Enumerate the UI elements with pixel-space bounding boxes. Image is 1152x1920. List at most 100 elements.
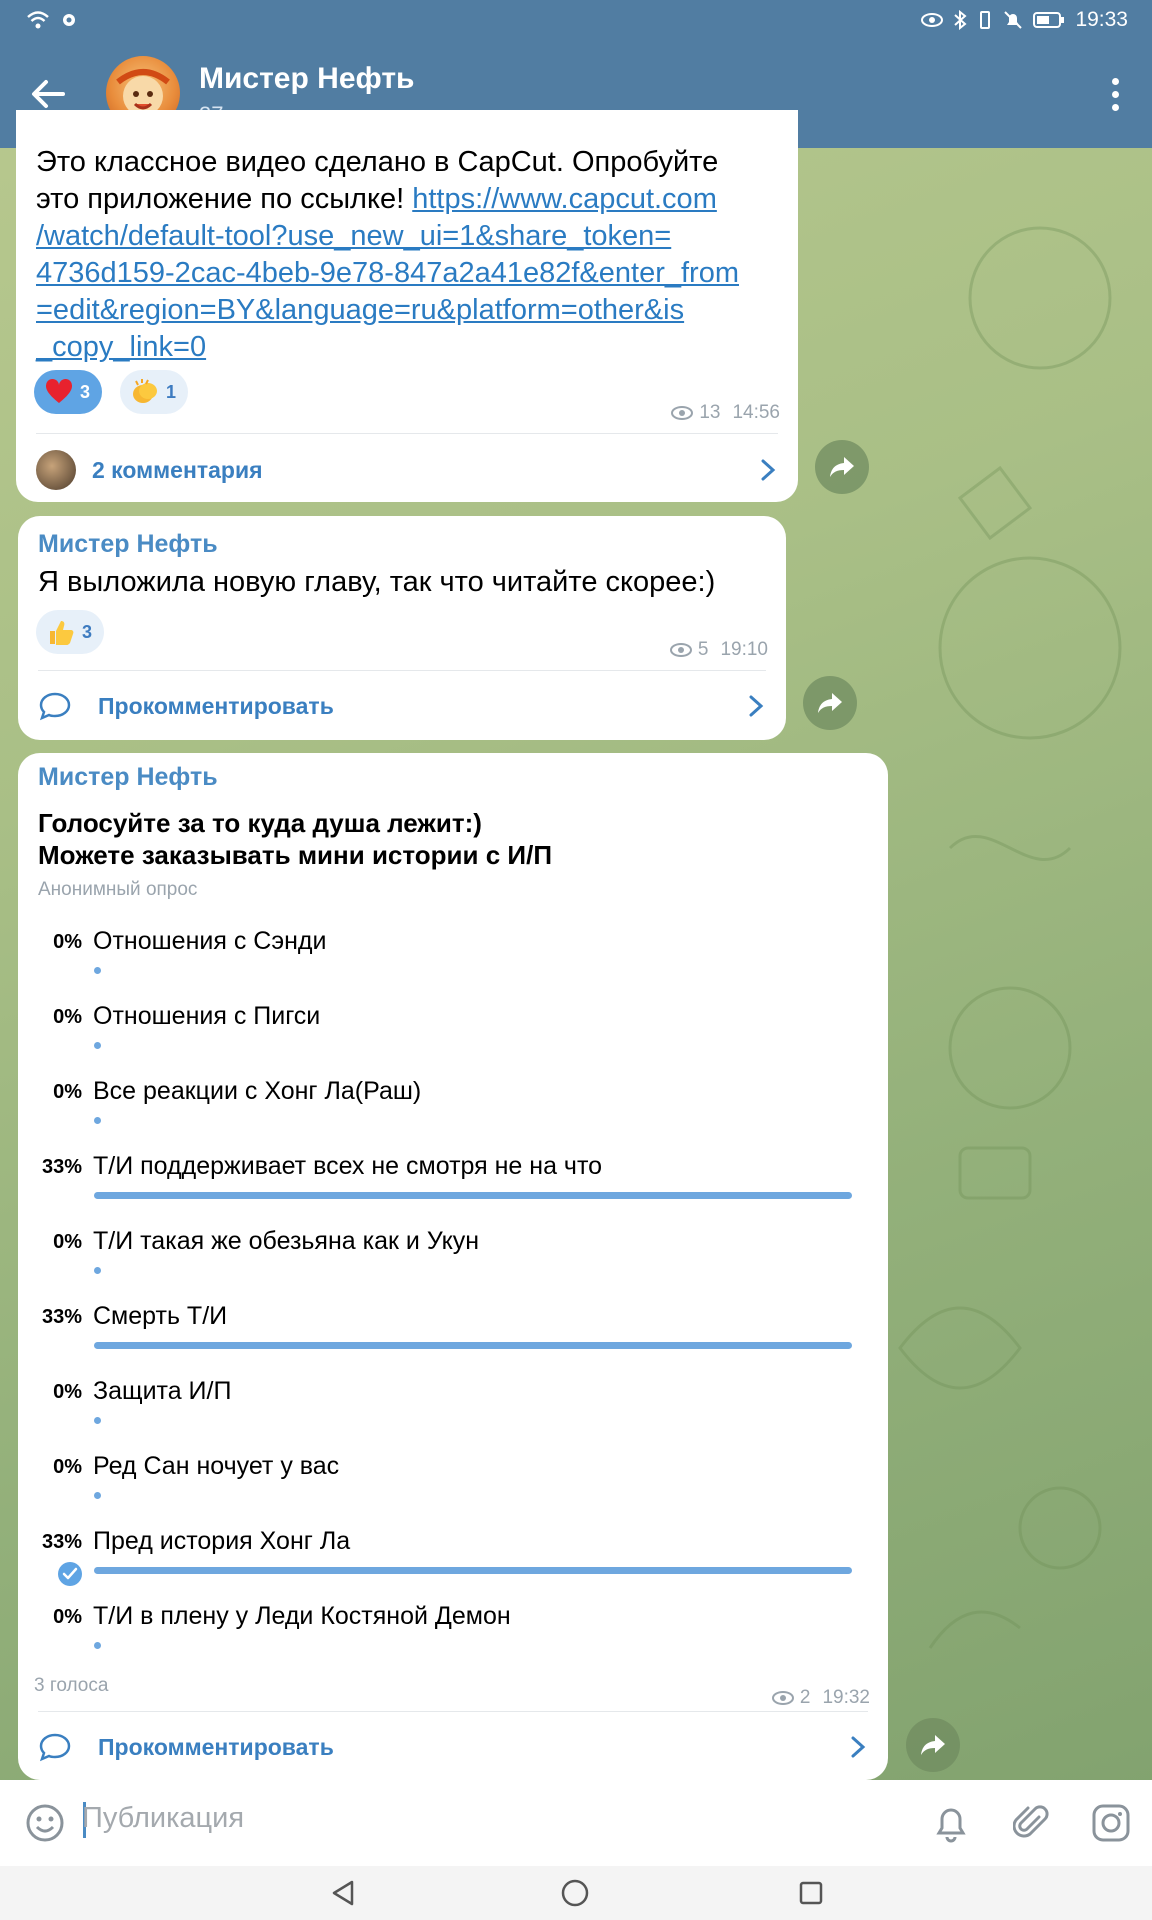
wifi-icon bbox=[27, 11, 49, 29]
poll-option-percent: 33% bbox=[41, 1531, 82, 1553]
smiley-icon bbox=[26, 1804, 64, 1842]
poll-option-label: Отношения с Сэнди bbox=[93, 927, 327, 955]
view-count: 2 bbox=[799, 1687, 811, 1708]
message-link[interactable]: /watch/default-tool?use_new_ui=1&share_t… bbox=[36, 218, 671, 255]
message-text-line: это приложение по ссылке! https://www.ca… bbox=[36, 181, 717, 218]
message-time: 14:56 bbox=[732, 402, 780, 423]
comment-action-label: Прокомментировать bbox=[98, 692, 334, 719]
comment-action-label: Прокомментировать bbox=[98, 1733, 334, 1760]
arrow-left-icon bbox=[32, 80, 65, 108]
poll-option[interactable]: 0% Т/И такая же обезьяна как и Укун bbox=[18, 1223, 888, 1298]
poll-option-percent: 0% bbox=[53, 931, 82, 953]
share-button[interactable] bbox=[906, 1718, 960, 1772]
paperclip-icon bbox=[1013, 1805, 1049, 1838]
message-link[interactable]: 4736d159-2cac-4beb-9e78-847a2a41e82f&ent… bbox=[36, 255, 739, 292]
poll-vote-count: 3 голоса bbox=[34, 1675, 109, 1696]
poll-option-percent: 33% bbox=[41, 1156, 82, 1178]
status-time: 19:33 bbox=[1075, 8, 1128, 31]
poll-option[interactable]: 0% Отношения с Пигси bbox=[18, 998, 888, 1073]
message-meta: 2 19:32 bbox=[771, 1687, 870, 1709]
emoji-button[interactable] bbox=[22, 1800, 68, 1846]
comments-count-label: 2 комментария bbox=[92, 456, 263, 483]
poll-option-bar bbox=[94, 1192, 852, 1199]
message-author[interactable]: Мистер Нефть bbox=[38, 763, 218, 792]
poll-option-label: Пред история Хонг Ла bbox=[93, 1527, 351, 1555]
triangle-back-icon bbox=[332, 1880, 354, 1906]
channel-title: Мистер Нефть bbox=[199, 62, 415, 95]
commenter-avatar bbox=[36, 450, 76, 490]
nav-home-button[interactable] bbox=[558, 1876, 592, 1910]
reaction-thumbs-up[interactable]: 3 bbox=[36, 610, 105, 654]
message-input[interactable]: Публикация bbox=[82, 1802, 244, 1835]
message-bubble[interactable]: Это классное видео сделано в CapCut. Опр… bbox=[16, 110, 798, 502]
poll-option[interactable]: 0% Т/И в плену у Леди Костяной Демон bbox=[18, 1598, 888, 1673]
message-meta: 13 14:56 bbox=[671, 402, 780, 424]
poll-option-label: Защита И/П bbox=[93, 1377, 232, 1405]
message-input-bar: Публикация bbox=[0, 1780, 1152, 1866]
poll-option-label: Ред Сан ночует у вас bbox=[93, 1452, 340, 1480]
reaction-count: 3 bbox=[80, 381, 91, 402]
poll-option[interactable]: 0% Все реакции с Хонг Ла(Раш) bbox=[18, 1073, 888, 1148]
share-arrow-icon bbox=[830, 457, 854, 477]
notification-bell-button[interactable] bbox=[928, 1800, 974, 1846]
thumbs-up-icon bbox=[46, 617, 76, 647]
message-text: Я выложила новую главу, так что читайте … bbox=[38, 566, 716, 598]
poll-option[interactable]: 33% Пред история Хонг Ла bbox=[18, 1523, 888, 1598]
message-author[interactable]: Мистер Нефть bbox=[38, 530, 218, 559]
nav-recents-button[interactable] bbox=[794, 1876, 828, 1910]
camera-button[interactable] bbox=[1088, 1800, 1134, 1846]
message-time: 19:10 bbox=[720, 639, 768, 660]
chevron-right-icon bbox=[749, 695, 764, 717]
poll-option-percent: 0% bbox=[53, 1456, 82, 1478]
more-options-button[interactable] bbox=[1100, 72, 1130, 116]
message-link[interactable]: =edit&region=BY&language=ru&platform=oth… bbox=[36, 292, 684, 329]
status-bar: 19:33 bbox=[0, 0, 1152, 42]
poll-option-bar bbox=[94, 1342, 852, 1349]
square-recents-icon bbox=[799, 1881, 823, 1905]
poll-option-bar bbox=[94, 1642, 101, 1649]
message-link[interactable]: _copy_link=0 bbox=[36, 329, 206, 366]
poll-option-percent: 0% bbox=[53, 1381, 82, 1403]
eye-icon bbox=[671, 406, 694, 420]
poll-option-bar bbox=[94, 1117, 101, 1124]
poll-question: Голосуйте за то куда душа лежит:) Можете… bbox=[38, 807, 552, 871]
view-count: 5 bbox=[697, 639, 709, 660]
divider bbox=[38, 670, 766, 671]
divider bbox=[38, 1711, 868, 1712]
poll-option[interactable]: 0% Ред Сан ночует у вас bbox=[18, 1448, 888, 1523]
poll-option[interactable]: 33% Т/И поддерживает всех не смотря не на… bbox=[18, 1148, 888, 1223]
share-arrow-icon bbox=[818, 693, 842, 713]
nav-back-button[interactable] bbox=[326, 1876, 360, 1910]
poll-option[interactable]: 0% Защита И/П bbox=[18, 1373, 888, 1448]
poll-option-bar bbox=[94, 1042, 101, 1049]
poll-option-label: Т/И такая же обезьяна как и Укун bbox=[93, 1227, 480, 1255]
message-link[interactable]: https://www.capcut.com bbox=[412, 183, 717, 215]
message-time: 19:32 bbox=[822, 1687, 870, 1708]
share-button[interactable] bbox=[803, 676, 857, 730]
comments-row[interactable]: 2 комментария bbox=[36, 440, 778, 500]
reaction-heart[interactable]: 3 bbox=[34, 370, 103, 414]
poll-option-label: Отношения с Пигси bbox=[93, 1002, 321, 1030]
vibrate-icon bbox=[980, 11, 991, 29]
message-bubble[interactable]: Мистер Нефть Я выложила новую главу, так… bbox=[18, 516, 786, 740]
message-meta: 5 19:10 bbox=[669, 639, 768, 661]
poll-type-label: Анонимный опрос bbox=[38, 879, 198, 900]
poll-option-bar bbox=[94, 1267, 101, 1274]
poll-option-percent: 0% bbox=[53, 1231, 82, 1253]
status-left-icons bbox=[26, 10, 78, 30]
share-button[interactable] bbox=[815, 440, 869, 494]
poll-option[interactable]: 33% Смерть Т/И bbox=[18, 1298, 888, 1373]
comment-row[interactable]: Прокомментировать bbox=[38, 676, 766, 736]
poll-option-label: Все реакции с Хонг Ла(Раш) bbox=[93, 1077, 422, 1105]
attach-button[interactable] bbox=[1008, 1800, 1054, 1846]
poll-option-label: Т/И поддерживает всех не смотря не на чт… bbox=[93, 1152, 603, 1180]
system-navigation-bar bbox=[0, 1866, 1152, 1920]
circle-home-icon bbox=[561, 1879, 589, 1907]
poll-option[interactable]: 0% Отношения с Сэнди bbox=[18, 923, 888, 998]
eye-icon bbox=[771, 1691, 794, 1705]
bell-icon bbox=[936, 1808, 966, 1843]
reaction-clap[interactable]: 1 bbox=[120, 370, 189, 414]
poll-message-bubble[interactable]: Мистер Нефть Голосуйте за то куда душа л… bbox=[18, 753, 888, 1780]
comment-row[interactable]: Прокомментировать bbox=[38, 1717, 868, 1777]
comment-bubble-icon bbox=[39, 692, 71, 721]
